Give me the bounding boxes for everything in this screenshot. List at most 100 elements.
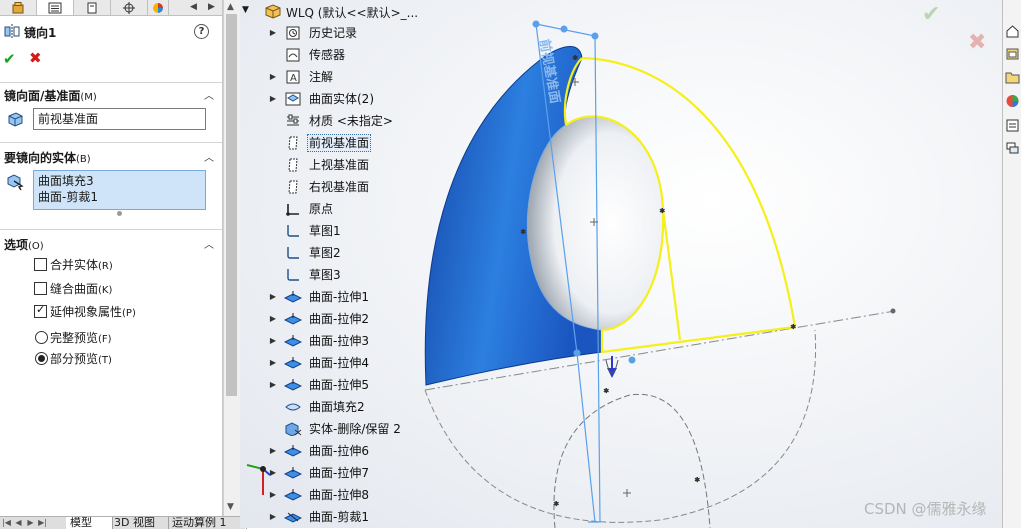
- part-name: WLQ (默认<<默认>_...: [286, 6, 419, 20]
- expand-arrow-icon[interactable]: ▶: [268, 24, 278, 42]
- feature-manager-tab[interactable]: [0, 0, 37, 15]
- merge-bodies-checkbox[interactable]: [34, 258, 47, 271]
- design-library-icon[interactable]: [1005, 45, 1020, 63]
- custom-properties-icon[interactable]: [1005, 116, 1020, 134]
- propagate-visual-checkbox[interactable]: [34, 303, 47, 318]
- collapse-arrow-icon[interactable]: ▼: [242, 5, 249, 15]
- expand-arrow-icon[interactable]: ▶: [268, 508, 278, 526]
- first-tab-icon[interactable]: |◀: [2, 517, 11, 529]
- surface-extrude-icon: [283, 290, 303, 304]
- svg-text:*: *: [791, 324, 796, 334]
- svg-text:*: *: [521, 229, 526, 239]
- feature-tree: ▼ WLQ (默认<<默认>_... ▶ 历史记录 传感器 ▶ A 注解 ▶ 曲面实体(2) 材…: [240, 0, 450, 528]
- full-preview-label[interactable]: 完整预览(F): [50, 329, 112, 346]
- tab-scroll-right-icon[interactable]: ▶: [206, 0, 217, 15]
- divider: [0, 142, 222, 143]
- tree-item-label: 曲面-拉伸4: [309, 356, 369, 370]
- forum-icon[interactable]: [1005, 139, 1020, 157]
- expand-arrow-icon[interactable]: ▶: [268, 310, 278, 328]
- property-list-icon: [48, 2, 62, 13]
- crosshair-icon: [123, 1, 135, 14]
- sketch-icon: [284, 246, 302, 260]
- scroll-up-icon[interactable]: ▲: [227, 2, 234, 12]
- tab-motion-study[interactable]: 运动算例 1: [168, 517, 247, 529]
- knit-surfaces-checkbox[interactable]: [34, 282, 47, 295]
- tree-item-label: 草图1: [309, 224, 341, 238]
- surface-extrude-icon: [283, 356, 303, 370]
- cancel-button[interactable]: ✖: [29, 49, 42, 67]
- display-manager-tab[interactable]: [148, 0, 169, 15]
- expand-arrow-icon[interactable]: ▶: [268, 68, 278, 86]
- list-item[interactable]: 曲面-剪裁1: [38, 189, 201, 205]
- expand-arrow-icon[interactable]: ▶: [268, 288, 278, 306]
- next-tab-icon[interactable]: ▶: [26, 517, 35, 529]
- confirm-cancel-icon[interactable]: ✖: [968, 30, 986, 55]
- mirror-face-heading[interactable]: 镜向面/基准面(M): [4, 87, 97, 104]
- knit-surfaces-label[interactable]: 缝合曲面(K): [50, 280, 112, 297]
- tree-item-label: 曲面-拉伸6: [309, 444, 369, 458]
- tree-item-label: 历史记录: [309, 26, 358, 40]
- tree-item-label: 草图2: [309, 246, 341, 260]
- mirror-icon: [4, 24, 20, 39]
- surface-extrude-icon: [283, 466, 303, 480]
- configuration-icon: [87, 2, 97, 13]
- options-heading[interactable]: 选项(O): [4, 236, 44, 253]
- tree-item-label: 原点: [309, 202, 334, 216]
- configuration-manager-tab[interactable]: [74, 0, 111, 15]
- surface-bodies-icon: [284, 92, 302, 106]
- prev-tab-icon[interactable]: ◀: [14, 517, 23, 529]
- expand-arrow-icon[interactable]: ▶: [268, 354, 278, 372]
- panel-scrollbar[interactable]: ▲ ▼: [223, 0, 240, 516]
- tree-item-label: 右视基准面: [309, 180, 370, 194]
- plane-icon: [284, 136, 302, 150]
- plane-face-icon: [8, 112, 23, 127]
- scroll-down-icon[interactable]: ▼: [227, 502, 234, 512]
- expand-arrow-icon[interactable]: ▶: [268, 90, 278, 108]
- expand-arrow-icon[interactable]: ▶: [268, 376, 278, 394]
- tab-model[interactable]: 模型: [66, 517, 113, 529]
- delete-body-icon: [284, 422, 302, 437]
- full-preview-radio[interactable]: [35, 331, 48, 344]
- home-icon[interactable]: [1005, 22, 1020, 40]
- sketch-icon: [284, 224, 302, 238]
- scrollbar-thumb[interactable]: [226, 14, 237, 396]
- expand-arrow-icon[interactable]: ▶: [268, 332, 278, 350]
- resize-grip[interactable]: [117, 211, 122, 216]
- property-manager-tab[interactable]: [37, 0, 74, 15]
- dimxpert-tab[interactable]: [111, 0, 148, 15]
- tree-item-label: 曲面实体(2): [309, 92, 374, 106]
- chevron-up-icon[interactable]: ︿: [204, 149, 214, 164]
- confirm-ok-icon[interactable]: ✔: [922, 2, 940, 27]
- axis-endpoint: [890, 308, 896, 314]
- surface-extrude-icon: [283, 488, 303, 502]
- appearances-icon[interactable]: [1005, 91, 1020, 109]
- mirror-face-field[interactable]: 前视基准面: [33, 108, 206, 130]
- plane-icon: [284, 180, 302, 194]
- file-explorer-icon[interactable]: [1005, 68, 1020, 86]
- bodies-list[interactable]: 曲面填充3 曲面-剪裁1: [33, 170, 206, 210]
- material-icon: [284, 114, 302, 128]
- dashed-construction-curve: [553, 393, 711, 528]
- svg-text:A: A: [290, 73, 297, 84]
- list-item[interactable]: 曲面填充3: [38, 173, 201, 189]
- bodies-heading[interactable]: 要镜向的实体(B): [4, 149, 91, 166]
- svg-text:*: *: [554, 501, 559, 511]
- divider: [0, 82, 222, 83]
- partial-preview-label[interactable]: 部分预览(T): [50, 350, 112, 367]
- surface-trim-icon: [283, 510, 303, 524]
- watermark: CSDN @儒雅永缘: [864, 500, 987, 518]
- surface-extrude-icon: [283, 378, 303, 392]
- surface-extrude-icon: [283, 334, 303, 348]
- help-button[interactable]: ?: [194, 24, 209, 39]
- propagate-visual-label[interactable]: 延伸视象属性(P): [50, 303, 136, 320]
- chevron-up-icon[interactable]: ︿: [204, 236, 214, 251]
- partial-preview-radio[interactable]: [35, 352, 48, 365]
- tree-item-label: 材质 <未指定>: [309, 114, 393, 128]
- task-pane: [1002, 0, 1021, 528]
- ok-button[interactable]: ✔: [3, 50, 16, 68]
- last-tab-icon[interactable]: ▶|: [38, 517, 47, 529]
- tab-scroll-left-icon[interactable]: ◀: [188, 0, 199, 15]
- chevron-up-icon[interactable]: ︿: [204, 87, 214, 102]
- merge-bodies-label[interactable]: 合并实体(R): [50, 256, 113, 273]
- tab-3d-view[interactable]: 3D 视图: [110, 517, 169, 529]
